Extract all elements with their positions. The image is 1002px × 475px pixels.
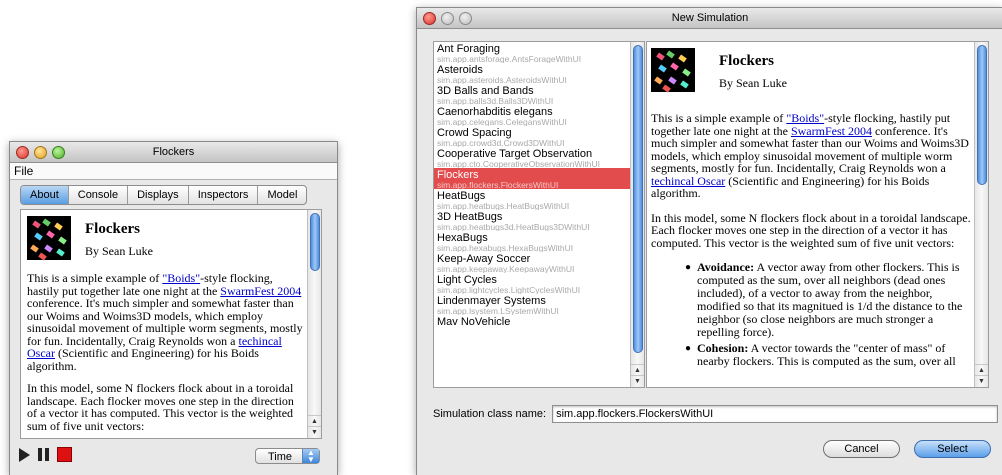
about-author: By Sean Luke (85, 243, 153, 258)
class-name-label: Simulation class name: (433, 408, 547, 420)
info-title: Flockers (719, 53, 774, 69)
flockers-thumbnail (651, 48, 695, 93)
list-item[interactable]: HeatBugs sim.app.heatbugs.HeatBugsWithUI (434, 189, 644, 210)
window-title: Flockers (152, 146, 195, 158)
tab-displays[interactable]: Displays (128, 186, 189, 204)
list-item[interactable]: 3D HeatBugs sim.app.heatbugs3d.HeatBugs3D… (434, 210, 644, 231)
playback-controls (19, 447, 72, 462)
scrollbar-thumb[interactable] (977, 45, 987, 185)
about-paragraph-2: In this model, some N flockers flock abo… (27, 381, 294, 433)
minimize-icon[interactable] (34, 146, 47, 159)
simulation-name: Mav NoVehicle (437, 316, 511, 328)
title-bar[interactable]: New Simulation (417, 8, 1002, 29)
bullet-avoidance: Avoidance: A vector away from other floc… (685, 261, 972, 339)
close-icon[interactable] (423, 12, 436, 25)
list-item[interactable]: Light Cycles sim.app.lightcycles.LightCyc… (434, 273, 644, 294)
list-item[interactable]: Ant Foraging sim.app.antsforage.AntsForag… (434, 42, 644, 63)
simulation-class: sim.app.keepaway.KeepawayWithUI (437, 264, 575, 274)
list-item[interactable]: HexaBugs sim.app.hexabugs.HexaBugsWithUI (434, 231, 644, 252)
simulation-class: sim.app.celegans.CelegansWithUI (437, 117, 567, 127)
list-item[interactable]: Lindenmayer Systems sim.app.lsystem.LSyst… (434, 294, 644, 315)
select-arrows-icon: ▲ ▼ (302, 449, 319, 464)
flockers-thumbnail (27, 216, 71, 261)
simulation-class: sim.app.lsystem.LSystemWithUI (437, 306, 559, 316)
list-item[interactable]: Asteroids sim.app.asteroids.AsteroidsWith… (434, 63, 644, 84)
stop-icon[interactable] (57, 447, 72, 462)
scroll-down-icon[interactable]: ▼ (308, 426, 321, 438)
info-paragraph-2: In this model, some N flockers flock abo… (651, 210, 971, 250)
simulation-class: sim.app.asteroids.AsteroidsWithUI (437, 75, 567, 85)
simulation-class: sim.app.flockers.FlockersWithUI (437, 180, 559, 190)
about-title: Flockers (85, 221, 140, 237)
console-tabs: About Console Displays Inspectors Model (20, 185, 308, 205)
minimize-icon[interactable] (441, 12, 454, 25)
list-item[interactable]: Cooperative Target Observation sim.app.ct… (434, 147, 644, 168)
pause-icon[interactable] (38, 448, 49, 461)
play-icon[interactable] (19, 447, 30, 462)
list-item[interactable]: Keep-Away Soccer sim.app.keepaway.Keepawa… (434, 252, 644, 273)
simulation-list-items: Ant Foraging sim.app.antsforage.AntsForag… (434, 42, 644, 336)
list-item[interactable]: Caenorhabditis elegans sim.app.celegans.C… (434, 105, 644, 126)
zoom-icon[interactable] (52, 146, 65, 159)
simulation-class: sim.app.heatbugs3d.HeatBugs3DWithUI (437, 222, 590, 232)
simulation-class: sim.app.heatbugs.HeatBugsWithUI (437, 201, 570, 211)
simulation-class: sim.app.balls3d.Balls3DWithUI (437, 96, 554, 106)
list-item[interactable]: Crowd Spacing sim.app.crowd3d.Crowd3DWith… (434, 126, 644, 147)
window-title: New Simulation (671, 12, 749, 24)
bullet-cohesion: Cohesion: A vector towards the "center o… (685, 342, 972, 368)
select-button[interactable]: Select (914, 440, 991, 458)
list-item[interactable]: Mav NoVehicle (434, 315, 644, 336)
class-name-row: Simulation class name: sim.app.flockers.… (433, 405, 999, 423)
cancel-button[interactable]: Cancel (823, 440, 900, 458)
info-bullet-list: Avoidance: A vector away from other floc… (651, 261, 972, 368)
new-simulation-dialog: New Simulation Ant Foraging sim.app.antsf… (416, 7, 1002, 475)
about-scrollbar[interactable]: ▲ ▼ (307, 210, 321, 438)
simulation-class: sim.app.antsforage.AntsForageWithUI (437, 54, 582, 64)
time-select[interactable]: Time ▲ ▼ (255, 448, 320, 464)
info-header: Flockers By Sean Luke (651, 48, 972, 93)
title-bar[interactable]: Flockers (10, 142, 337, 163)
menu-file[interactable]: File (14, 164, 33, 178)
about-header: Flockers By Sean Luke (27, 216, 305, 261)
about-paragraph-1: This is a simple example of "Boids"-styl… (27, 271, 303, 373)
list-item[interactable]: 3D Balls and Bands sim.app.balls3d.Balls3… (434, 84, 644, 105)
about-pane: Flockers By Sean Luke This is a simple e… (20, 209, 322, 439)
simulation-class: sim.app.hexabugs.HexaBugsWithUI (437, 243, 574, 253)
simulation-class: sim.app.cto.CooperativeObservationWithUI (437, 159, 600, 169)
tab-console[interactable]: Console (69, 186, 129, 204)
scrollbar-thumb[interactable] (633, 45, 643, 353)
zoom-icon[interactable] (459, 12, 472, 25)
list-item[interactable]: Flockers sim.app.flockers.FlockersWithUI (434, 168, 644, 189)
simulation-class: sim.app.lightcycles.LightCyclesWithUI (437, 285, 581, 295)
tab-model[interactable]: Model (258, 186, 306, 204)
simulation-info-pane: Flockers By Sean Luke This is a simple e… (646, 41, 989, 388)
time-select-value: Time (268, 451, 293, 463)
list-scrollbar[interactable]: ▲ ▼ (630, 42, 644, 387)
class-name-input[interactable]: sim.app.flockers.FlockersWithUI (552, 405, 999, 423)
info-scrollbar[interactable]: ▲ ▼ (974, 42, 988, 387)
info-paragraph-1: This is a simple example of "Boids"-styl… (651, 111, 969, 200)
tab-about[interactable]: About (21, 186, 69, 204)
close-icon[interactable] (16, 146, 29, 159)
scroll-down-icon[interactable]: ▼ (631, 375, 644, 387)
scroll-down-icon[interactable]: ▼ (975, 375, 988, 387)
simulation-list: Ant Foraging sim.app.antsforage.AntsForag… (433, 41, 645, 388)
menu-bar: File (10, 163, 337, 180)
simulation-class: sim.app.crowd3d.Crowd3DWithUI (437, 138, 565, 148)
flockers-console-window: Flockers File About Console Displays Ins… (9, 141, 338, 475)
scrollbar-thumb[interactable] (310, 213, 320, 271)
info-author: By Sean Luke (719, 75, 787, 90)
tab-inspectors[interactable]: Inspectors (189, 186, 259, 204)
